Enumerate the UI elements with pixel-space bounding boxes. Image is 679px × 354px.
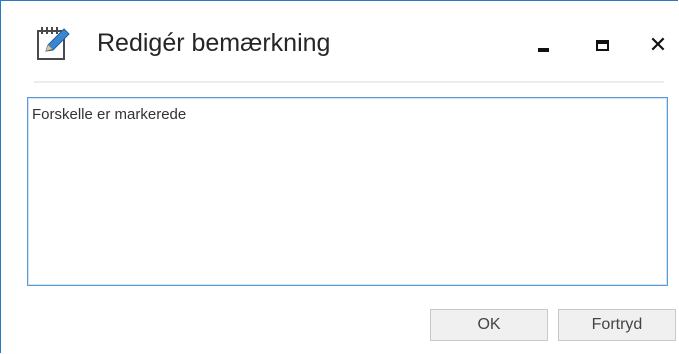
maximize-icon	[595, 39, 609, 51]
close-button[interactable]: ✕	[638, 25, 678, 65]
edit-note-dialog: Redigér bemærkning ✕ Forskelle er marker…	[0, 0, 678, 353]
ok-button[interactable]: OK	[430, 309, 548, 341]
minimize-icon	[537, 48, 549, 52]
minimize-button[interactable]	[523, 25, 563, 65]
maximize-button[interactable]	[582, 25, 622, 65]
edit-note-icon	[34, 23, 74, 63]
dialog-title: Redigér bemærkning	[97, 29, 331, 57]
title-divider	[34, 81, 664, 83]
cancel-button[interactable]: Fortryd	[558, 309, 676, 341]
title-bar[interactable]: Redigér bemærkning ✕	[1, 1, 678, 77]
note-textarea[interactable]: Forskelle er markerede	[27, 97, 668, 286]
close-icon: ✕	[648, 32, 668, 57]
